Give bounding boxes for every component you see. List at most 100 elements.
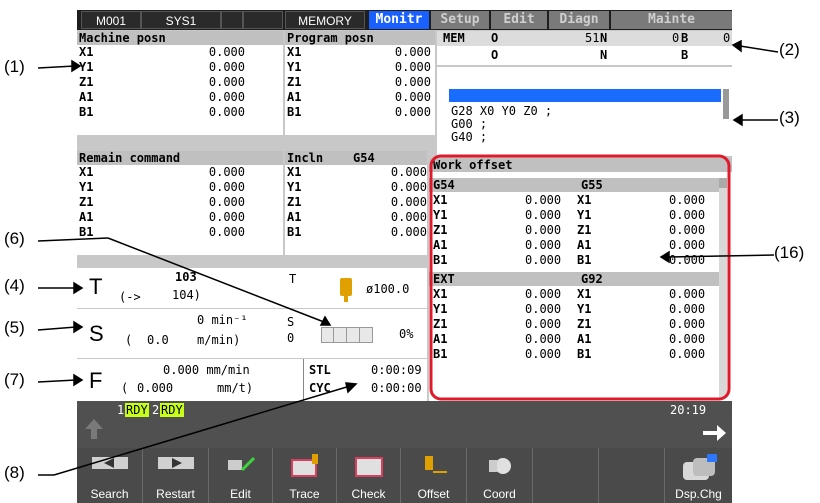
axis-name: B1 [433, 253, 448, 267]
axis-name: Y1 [433, 302, 448, 316]
menu-up-icon[interactable] [83, 417, 105, 445]
remain-command-panel: Remain command X1 0.000 Y1 0.000 Z1 0.000 A… [77, 151, 283, 255]
spindle-panel: S 0 min⁻¹ ( 0.0 m/min) S 0 0% [77, 309, 427, 358]
axis-name: A1 [577, 238, 592, 252]
machine-posn-title: Machine posn [77, 31, 283, 45]
axis-value: 0.000 [525, 193, 562, 207]
callout-3: (3) [779, 108, 800, 127]
program-line: G28 X0 Y0 Z0 ; [451, 104, 553, 118]
empty-fkey-1[interactable] [533, 448, 599, 503]
incln-title: Incln G54 [285, 151, 427, 165]
cyc-value: 0:00:00 [371, 381, 422, 395]
restart-icon [157, 457, 194, 469]
cnc-screen: M001 SYS1 MEMORY Monitr Setup Edit Diagn… [77, 10, 732, 503]
program-line: G40 ; [451, 130, 488, 144]
axis-value: 0.000 [525, 238, 562, 252]
tool-panel: T 103 (-> 104) T ø100.0 [77, 268, 427, 308]
axis-value: 0.000 [669, 302, 706, 316]
axis-name: B1 [79, 105, 94, 119]
axis-value: 0.000 [669, 223, 706, 237]
axis-value: 0.000 [669, 317, 706, 331]
tab-setup[interactable]: Setup [431, 11, 489, 29]
system-cell: SYS1 [141, 11, 221, 29]
offset-button[interactable]: Offset [401, 448, 467, 503]
axis-name: Z1 [433, 223, 448, 237]
spindle-surface-value: 0.0 [147, 333, 169, 347]
axis-name: Y1 [79, 180, 94, 194]
status-bar: 1 RDY 2 RDY 20:19 [77, 401, 732, 449]
axis-name: Y1 [287, 60, 302, 74]
check-icon [354, 457, 383, 477]
callout-4: (4) [4, 276, 25, 295]
axis-value: 0.000 [525, 302, 562, 316]
coord-button[interactable]: Coord [467, 448, 533, 503]
axis-value: 0.000 [669, 238, 706, 252]
axis-row: A1 0.000 [77, 90, 283, 105]
axis-name: A1 [79, 210, 94, 224]
feed-letter: F [89, 368, 103, 393]
feed-per-rev-open: ( [121, 381, 129, 395]
load-bar-tick [333, 327, 334, 343]
axis-name: A1 [79, 90, 94, 104]
fkey-label: Trace [289, 487, 320, 501]
spindle-surface-unit: m/min) [197, 333, 241, 347]
search-button[interactable]: Search [77, 448, 143, 503]
axis-row: X1 0.000 [77, 45, 283, 60]
axis-name: X1 [577, 193, 592, 207]
restart-button[interactable]: Restart [143, 448, 209, 503]
work-offset-panel: Work offset G54 G55 X1 0.000 X1 0.000 Y1 0.0… [429, 158, 732, 402]
axis-row: X1 0.000 [285, 165, 427, 180]
scrollbar[interactable] [723, 89, 729, 119]
scroll-up-icon[interactable] [719, 178, 727, 188]
axis-value: 0.000 [390, 195, 427, 209]
check-button[interactable]: Check [337, 448, 401, 503]
offset-row: Y1 0.000 Y1 0.000 [429, 208, 729, 222]
current-block-highlight [449, 89, 721, 102]
axis-name: B1 [287, 225, 302, 239]
work-offset-title: Work offset [429, 158, 732, 172]
program-info-panel: MEM O 51 N 0 B 0 O N B [437, 31, 732, 65]
fkey-label: Restart [156, 487, 195, 501]
blank-cell-1 [221, 11, 243, 29]
axis-row: Z1 0.000 [285, 195, 427, 210]
axis-row: X1 0.000 [77, 165, 283, 180]
axis-name: Z1 [79, 195, 94, 209]
axis-name: Z1 [433, 317, 448, 331]
offset-scrollbar[interactable] [719, 178, 727, 398]
axis-row: A1 0.000 [285, 210, 427, 225]
clock: 20:19 [670, 403, 707, 417]
spindle-small-label: S [287, 315, 295, 329]
axis-name: Z1 [577, 317, 592, 331]
axis-value: 0.000 [208, 75, 245, 89]
n-value: 0 [672, 31, 680, 45]
spindle-speed: 0 min⁻¹ [197, 313, 248, 327]
tab-monitr[interactable]: Monitr [369, 11, 429, 29]
tab-mainte[interactable]: Mainte [611, 11, 732, 29]
axis-row: Y1 0.000 [285, 180, 427, 195]
axis-value: 0.000 [390, 165, 427, 179]
axis-name: Z1 [79, 75, 94, 89]
trace-button[interactable]: Trace [273, 448, 337, 503]
mem-label: MEM [443, 31, 465, 45]
axis-value: 0.000 [669, 332, 706, 346]
offset-row: Z1 0.000 Z1 0.000 [429, 317, 729, 331]
b-value: 0 [723, 31, 731, 45]
axis-row: B1 0.000 [77, 105, 283, 120]
coord-icon [488, 458, 511, 474]
fkey-label: Dsp.Chg [675, 487, 722, 501]
axis-value: 0.000 [525, 347, 562, 361]
axis-name: Y1 [433, 208, 448, 222]
edit-button[interactable]: Edit [209, 448, 273, 503]
edit-icon [227, 456, 255, 472]
callout-16: (16) [774, 243, 805, 262]
cyc-label: CYC [309, 381, 331, 395]
tab-edit[interactable]: Edit [491, 11, 547, 29]
callout-1: (1) [4, 57, 25, 76]
callout-5: (5) [4, 318, 25, 337]
spindle-load-bar [321, 327, 373, 343]
empty-fkey-2[interactable] [599, 448, 665, 503]
tab-diagn[interactable]: Diagn [549, 11, 609, 29]
dsp-chg-button[interactable]: Dsp.Chg [665, 448, 732, 503]
trace-icon [290, 454, 318, 477]
menu-next-icon[interactable] [701, 423, 727, 447]
